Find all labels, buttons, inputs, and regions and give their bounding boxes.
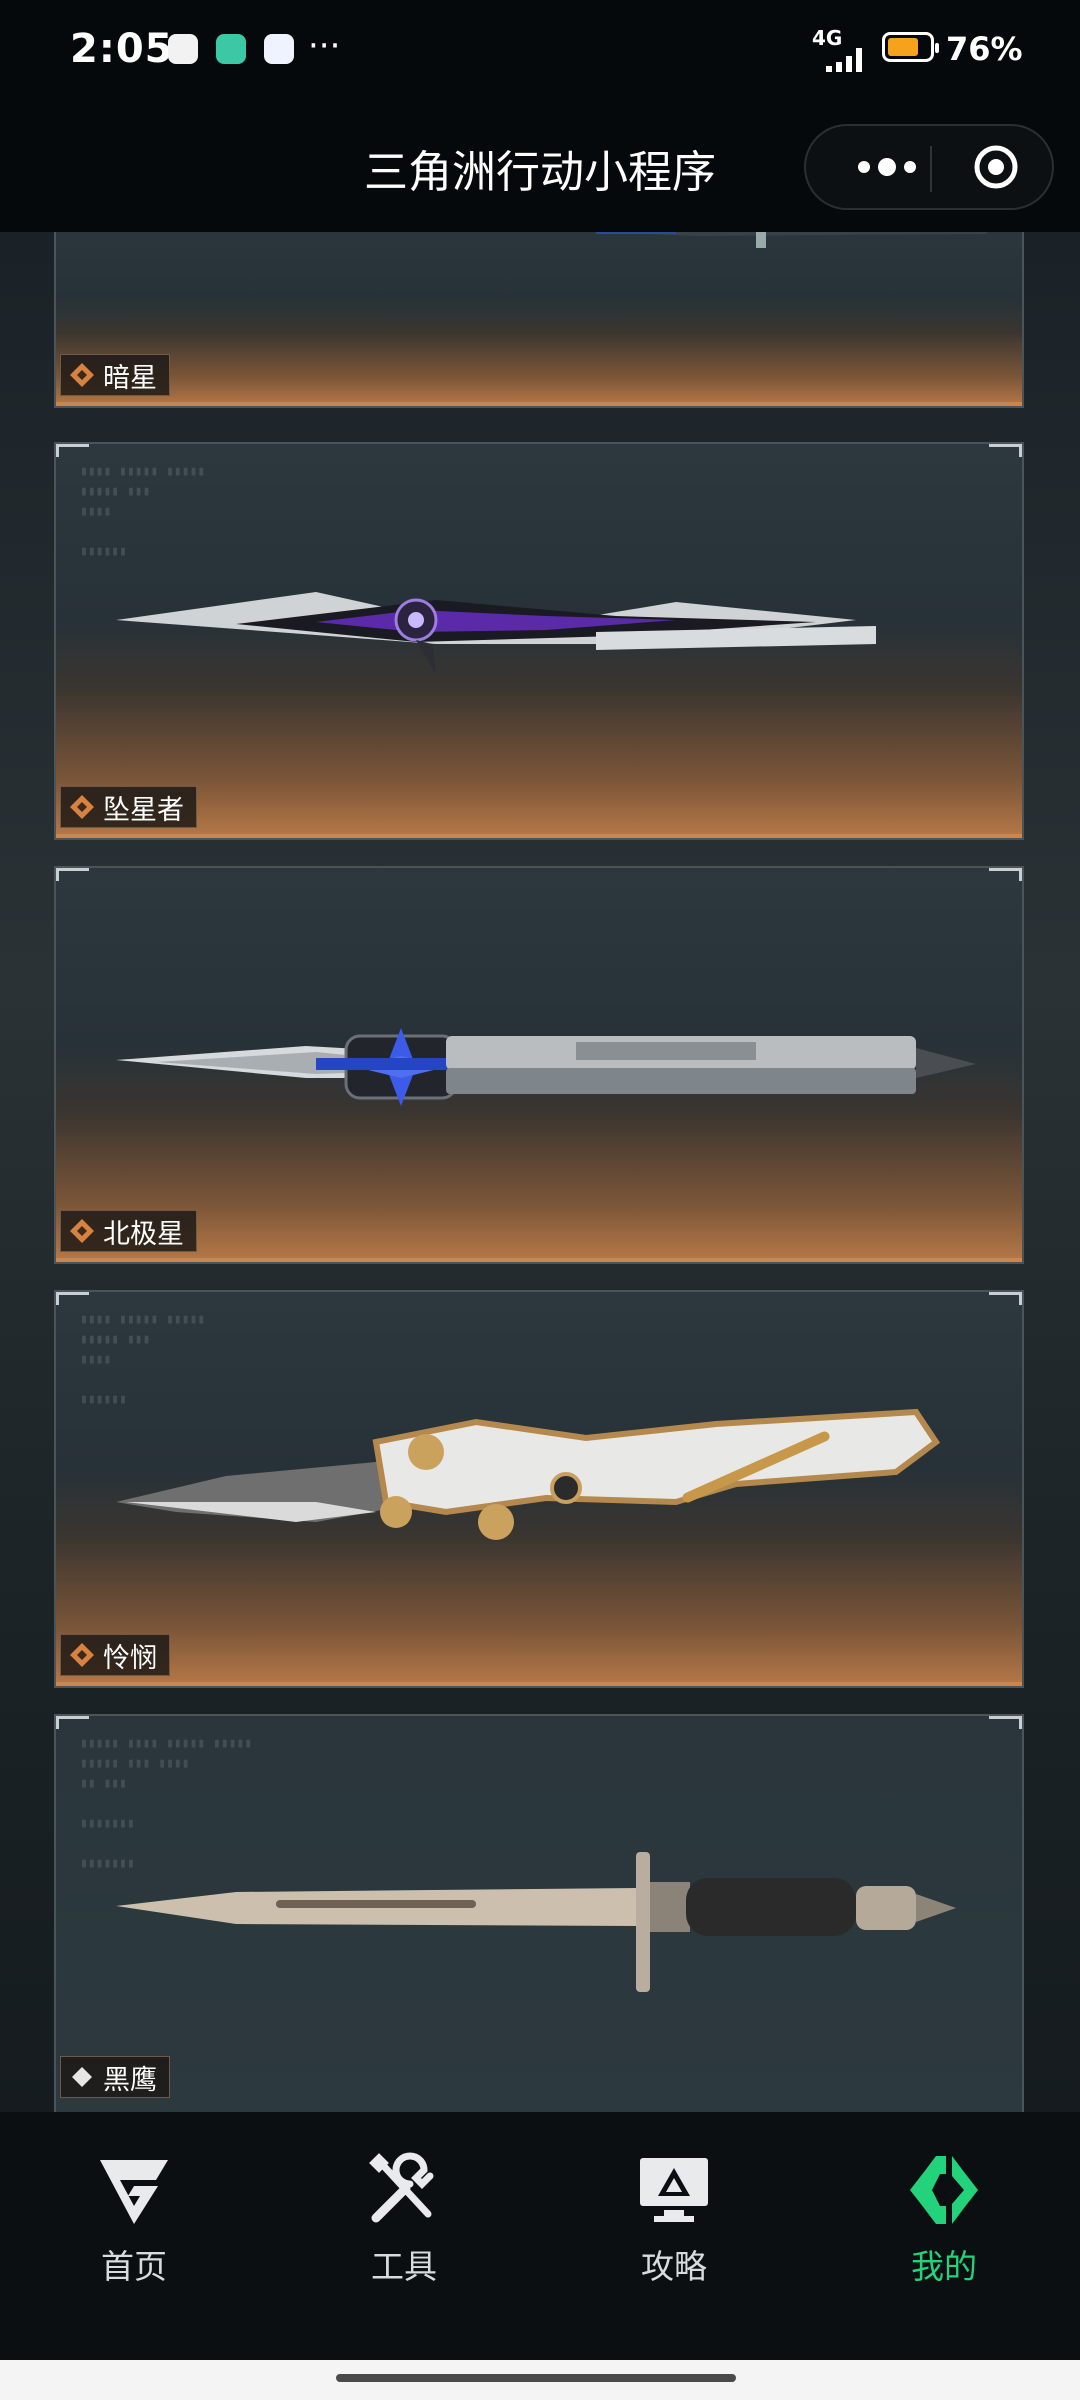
item-name: 北极星 xyxy=(103,1218,184,1250)
capsule-menu xyxy=(804,124,1054,210)
browser-notification-icon xyxy=(264,34,294,64)
orange-diamond-icon xyxy=(70,1643,94,1667)
white-diamond-icon xyxy=(72,2067,92,2087)
status-time: 2:05 xyxy=(70,26,174,72)
item-card-lianmin[interactable]: ▮▮▮▮ ▮▮▮▮▮ ▮▮▮▮▮ ▮▮▮▮▮ ▮▮▮ ▮▮▮▮ ▮▮▮▮▮▮ 怜悯 xyxy=(54,1290,1024,1688)
tab-label: 首页 xyxy=(101,2247,167,2286)
status-bar: 2:05 ··· 4G 76% xyxy=(0,0,1080,100)
close-program-icon[interactable] xyxy=(972,143,1020,191)
tab-label: 攻略 xyxy=(641,2247,707,2286)
item-card-anxing[interactable]: 暗星 xyxy=(54,232,1024,408)
item-name-tag: 暗星 xyxy=(60,354,170,396)
item-name-tag: 北极星 xyxy=(60,1210,197,1252)
item-list: 暗星 ▮▮▮▮ ▮▮▮▮▮ ▮▮▮▮▮ ▮▮▮▮▮ ▮▮▮ ▮▮▮▮ ▮▮▮▮▮▮ 坠… xyxy=(0,232,1080,2112)
home-indicator[interactable] xyxy=(336,2374,736,2382)
knife-image xyxy=(116,1852,956,1992)
item-name-tag: 黑鹰 xyxy=(60,2056,170,2098)
signal-icon: 4G xyxy=(812,26,870,72)
app-notification-icon xyxy=(168,34,198,64)
battery-icon xyxy=(882,32,939,62)
tab-tools[interactable]: 工具 xyxy=(304,2152,504,2288)
guide-monitor-icon xyxy=(640,2158,708,2222)
orange-diamond-icon xyxy=(70,363,94,387)
orange-diamond-icon xyxy=(70,1219,94,1243)
chat-notification-icon xyxy=(216,34,246,64)
home-g-logo-icon xyxy=(100,2160,168,2224)
more-notifications-icon: ··· xyxy=(308,26,341,66)
profile-logo-icon xyxy=(910,2156,978,2224)
knife-image xyxy=(596,232,988,248)
tools-icon xyxy=(369,2152,434,2223)
tab-home[interactable]: 首页 xyxy=(34,2152,234,2288)
capsule-divider xyxy=(930,146,932,192)
item-card-heiying[interactable]: ▮▮▮▮▮ ▮▮▮▮ ▮▮▮▮▮ ▮▮▮▮▮ ▮▮▮▮▮ ▮▮▮ ▮▮▮▮ ▮▮ ▮… xyxy=(54,1714,1024,2112)
orange-diamond-icon xyxy=(70,795,94,819)
tab-label: 我的 xyxy=(911,2247,977,2286)
item-name: 黑鹰 xyxy=(103,2064,157,2096)
bottom-tab-bar: 首页 工具 攻略 我的 xyxy=(0,2112,1080,2360)
more-options-icon[interactable] xyxy=(842,144,932,190)
knife-image xyxy=(116,592,876,674)
item-name: 坠星者 xyxy=(103,794,184,826)
tab-guide[interactable]: 攻略 xyxy=(574,2152,774,2288)
tab-label: 工具 xyxy=(371,2247,437,2286)
item-name: 怜悯 xyxy=(103,1642,157,1674)
item-name-tag: 坠星者 xyxy=(60,786,197,828)
tab-profile[interactable]: 我的 xyxy=(844,2152,1044,2288)
knife-image xyxy=(116,1028,976,1106)
gesture-bar xyxy=(0,2360,1080,2400)
battery-percent: 76% xyxy=(946,30,1023,68)
item-card-zhuixingzhe[interactable]: ▮▮▮▮ ▮▮▮▮▮ ▮▮▮▮▮ ▮▮▮▮▮ ▮▮▮ ▮▮▮▮ ▮▮▮▮▮▮ 坠星者 xyxy=(54,442,1024,840)
item-name-tag: 怜悯 xyxy=(60,1634,170,1676)
item-name: 暗星 xyxy=(103,362,157,394)
item-card-beijixing[interactable]: 北极星 xyxy=(54,866,1024,1264)
mini-program-navbar: 三角洲行动小程序 xyxy=(0,100,1080,232)
knife-image xyxy=(116,1408,941,1540)
